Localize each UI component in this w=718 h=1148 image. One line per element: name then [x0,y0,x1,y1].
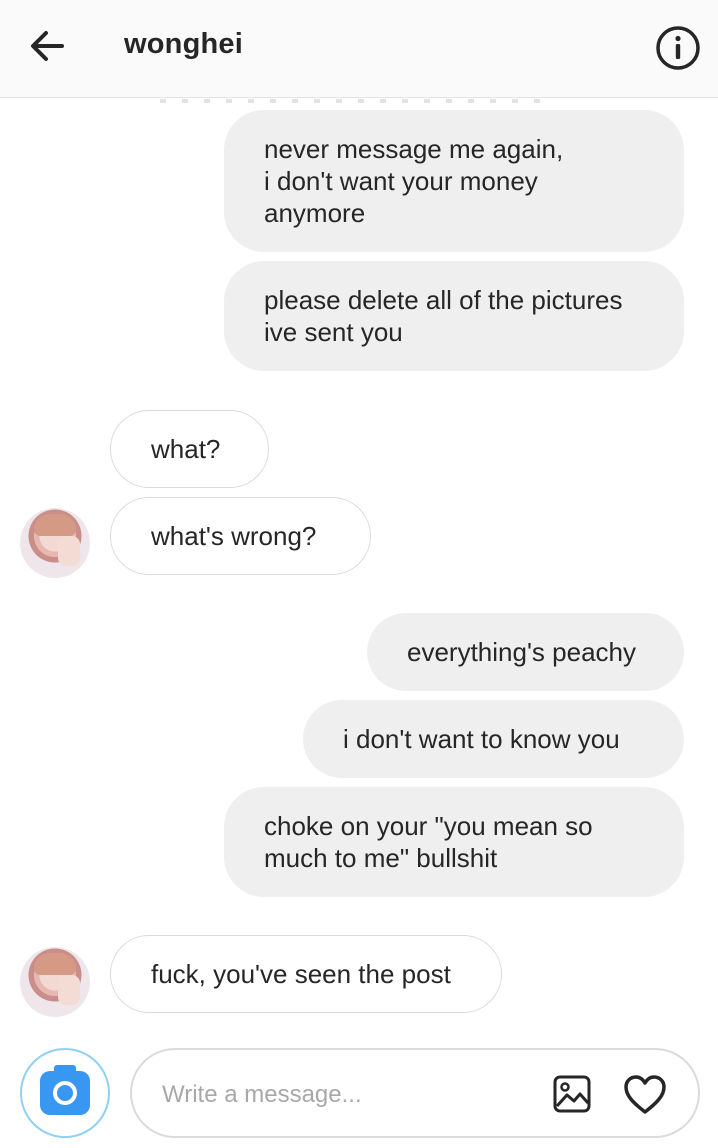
message-bubble-incoming[interactable]: fuck, you've seen the post [110,935,502,1013]
heart-button[interactable] [622,1074,668,1116]
message-text: what? [151,434,221,464]
message-bubble-outgoing[interactable]: choke on your "you mean so much to me" b… [224,787,684,897]
chat-header: wonghei [0,0,718,98]
chat-title[interactable]: wonghei [124,28,243,61]
message-bubble-incoming[interactable]: what's wrong? [110,497,371,575]
message-text: everything's peachy [407,637,636,667]
message-text: fuck, you've seen the post [151,959,451,989]
message-text: please delete all of the pictures ive se… [264,285,623,347]
message-input[interactable] [160,1074,544,1116]
message-text: i don't want to know you [343,724,620,754]
message-composer [130,1048,700,1138]
message-bubble-incoming[interactable]: what? [110,410,269,488]
image-icon [553,1075,591,1113]
contact-avatar[interactable] [20,947,90,1017]
gallery-button[interactable] [552,1074,592,1114]
back-button[interactable] [26,24,70,68]
message-bubble-outgoing[interactable]: please delete all of the pictures ive se… [224,261,684,371]
message-bubble-outgoing[interactable]: i don't want to know you [303,700,684,778]
message-bubble-outgoing[interactable]: never message me again, i don't want you… [224,110,684,252]
arrow-left-icon [31,31,64,61]
message-text: choke on your "you mean so much to me" b… [264,811,593,873]
message-bubble-outgoing[interactable]: everything's peachy [367,613,684,691]
message-text: what's wrong? [151,521,317,551]
heart-icon [624,1075,666,1114]
message-text: never message me again, i don't want you… [264,134,564,228]
camera-icon [40,1065,90,1115]
contact-avatar[interactable] [20,508,90,578]
camera-button[interactable] [20,1048,110,1138]
info-button[interactable] [654,24,702,72]
cutoff-previous-message [160,99,540,103]
info-circle-icon [656,26,700,70]
